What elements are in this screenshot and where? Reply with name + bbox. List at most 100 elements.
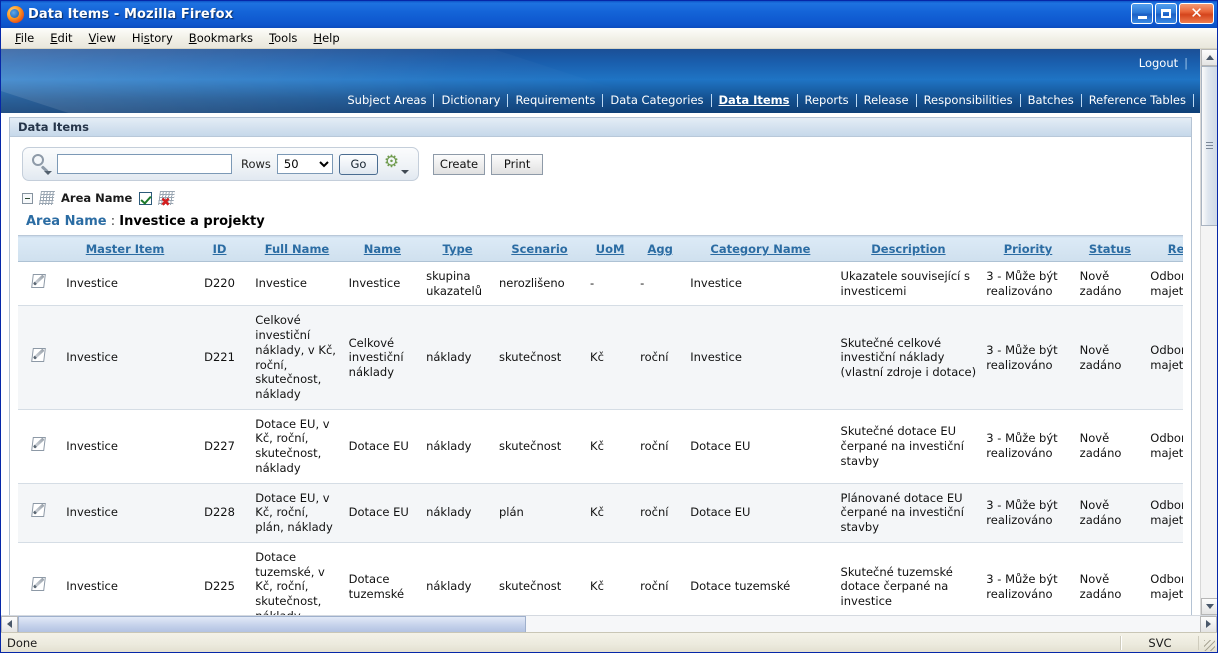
menu-bookmarks[interactable]: Bookmarks xyxy=(181,29,261,47)
menu-edit[interactable]: Edit xyxy=(42,29,80,47)
cell-type: náklady xyxy=(421,305,494,410)
grid-remove-icon[interactable] xyxy=(158,191,176,205)
table-row: Investice D225 Dotace tuzemské, v Kč, ro… xyxy=(18,542,1183,615)
cell-description: Skutečné dotace EU čerpané na investiční… xyxy=(835,409,982,484)
sort-link-full-name[interactable]: Full Name xyxy=(265,242,330,256)
cell-master-item: Investice xyxy=(61,542,189,615)
edit-pencil-icon[interactable] xyxy=(31,436,48,453)
search-icon[interactable] xyxy=(31,153,52,175)
th-agg: Agg xyxy=(635,236,686,262)
chevron-left-icon xyxy=(7,620,12,628)
nav-subject-areas[interactable]: Subject Areas xyxy=(340,91,433,109)
cell-edit xyxy=(18,542,62,615)
nav-responsibilities[interactable]: Responsibilities xyxy=(917,91,1020,109)
sort-link-name[interactable]: Name xyxy=(364,242,401,256)
search-input[interactable] xyxy=(57,154,232,174)
table-header: Master Item ID Full Name Name Type Scena… xyxy=(18,236,1183,262)
cell-id: D220 xyxy=(188,261,251,307)
menu-tools[interactable]: Tools xyxy=(261,29,305,47)
nav-reference-tables[interactable]: Reference Tables xyxy=(1082,91,1193,109)
th-type: Type xyxy=(421,236,494,262)
collapse-icon[interactable] xyxy=(22,192,33,204)
print-button[interactable]: Print xyxy=(491,153,544,175)
maximize-button[interactable] xyxy=(1155,3,1177,24)
menu-history[interactable]: History xyxy=(124,29,181,47)
magnifier-glass xyxy=(32,154,44,166)
cell-id: D221 xyxy=(188,305,251,410)
banner-utility-links: Logout | xyxy=(1139,56,1188,70)
nav-batches[interactable]: Batches xyxy=(1021,91,1081,109)
cell-id: D228 xyxy=(188,483,251,543)
cell-category-name: Investice xyxy=(685,305,836,410)
browser-window: Data Items - Mozilla Firefox ✕ File Edit… xyxy=(0,0,1218,653)
sort-link-responsibility[interactable]: Responsibility xyxy=(1168,242,1183,256)
data-items-table: Master Item ID Full Name Name Type Scena… xyxy=(18,236,1183,615)
edit-pencil-icon[interactable] xyxy=(31,347,48,364)
gear-icon: ⚙ xyxy=(383,152,400,172)
sort-link-priority[interactable]: Priority xyxy=(1004,242,1053,256)
cell-uom: Kč xyxy=(585,542,636,615)
scroll-right-button[interactable] xyxy=(1200,615,1217,632)
close-button[interactable]: ✕ xyxy=(1179,3,1214,24)
sort-link-id[interactable]: ID xyxy=(213,242,227,256)
cell-master-item: Investice xyxy=(61,261,189,307)
sort-link-description[interactable]: Description xyxy=(871,242,945,256)
th-description: Description xyxy=(835,236,982,262)
control-break-label[interactable]: Area Name xyxy=(61,191,132,205)
menu-help[interactable]: Help xyxy=(305,29,347,47)
th-status: Status xyxy=(1074,236,1146,262)
create-button[interactable]: Create xyxy=(432,153,486,175)
horizontal-scroll-thumb[interactable] xyxy=(18,615,526,632)
resize-grip[interactable] xyxy=(1199,633,1217,653)
rows-select[interactable]: 50 xyxy=(276,154,333,174)
close-icon: ✕ xyxy=(1190,4,1203,22)
page-horizontal-scrollbar[interactable] xyxy=(1,615,1217,632)
horizontal-scroll-track[interactable] xyxy=(18,615,1200,632)
nav-data-items[interactable]: Data Items xyxy=(712,91,797,109)
scroll-down-button[interactable] xyxy=(1201,598,1217,615)
sort-link-uom[interactable]: UoM xyxy=(596,242,625,256)
cell-edit xyxy=(18,305,62,410)
scroll-left-button[interactable] xyxy=(1,615,18,632)
vertical-scroll-thumb[interactable] xyxy=(1201,66,1217,226)
chevron-right-icon xyxy=(1206,620,1211,628)
nav-reports[interactable]: Reports xyxy=(798,91,856,109)
cell-uom: Kč xyxy=(585,305,636,410)
sort-link-master-item[interactable]: Master Item xyxy=(86,242,165,256)
sort-link-scenario[interactable]: Scenario xyxy=(511,242,567,256)
nav-data-categories[interactable]: Data Categories xyxy=(603,91,710,109)
edit-pencil-icon[interactable] xyxy=(31,273,48,290)
nav-release[interactable]: Release xyxy=(857,91,916,109)
cell-status: Nově zadáno xyxy=(1074,305,1146,410)
sort-link-agg[interactable]: Agg xyxy=(648,242,673,256)
checkbox-checked-icon[interactable] xyxy=(139,191,153,205)
th-master-item: Master Item xyxy=(61,236,189,262)
window-title: Data Items - Mozilla Firefox xyxy=(28,7,234,22)
table-row: Investice D221 Celkové investiční náklad… xyxy=(18,305,1183,410)
menu-view[interactable]: View xyxy=(81,29,124,47)
cell-scenario: plán xyxy=(493,483,586,543)
status-bar: Done SVC xyxy=(1,632,1217,652)
page-vertical-scrollbar[interactable] xyxy=(1200,49,1217,615)
actions-menu-button[interactable]: ⚙ xyxy=(384,153,410,175)
cell-responsibility: Odbor investic a majetku xyxy=(1145,261,1183,307)
go-button[interactable]: Go xyxy=(338,153,378,175)
nav-requirements[interactable]: Requirements xyxy=(508,91,602,109)
minimize-button[interactable] xyxy=(1131,3,1153,24)
scroll-up-button[interactable] xyxy=(1201,49,1217,66)
vertical-scroll-track[interactable] xyxy=(1201,66,1217,598)
chevron-down-icon xyxy=(1205,604,1214,609)
cell-name: Investice xyxy=(343,261,422,307)
th-id: ID xyxy=(188,236,251,262)
edit-pencil-icon[interactable] xyxy=(31,576,48,593)
sort-link-status[interactable]: Status xyxy=(1089,242,1131,256)
page-scroll-wrapper: Logout | Subject Areas Dictionary Requir… xyxy=(1,49,1217,615)
nav-dictionary[interactable]: Dictionary xyxy=(434,91,507,109)
sort-link-category-name[interactable]: Category Name xyxy=(710,242,810,256)
sort-link-type[interactable]: Type xyxy=(443,242,473,256)
logout-link[interactable]: Logout xyxy=(1139,56,1178,70)
edit-pencil-icon[interactable] xyxy=(31,502,48,519)
menu-file[interactable]: File xyxy=(7,29,42,47)
cell-agg: roční xyxy=(635,305,686,410)
grid-icon xyxy=(39,191,55,205)
